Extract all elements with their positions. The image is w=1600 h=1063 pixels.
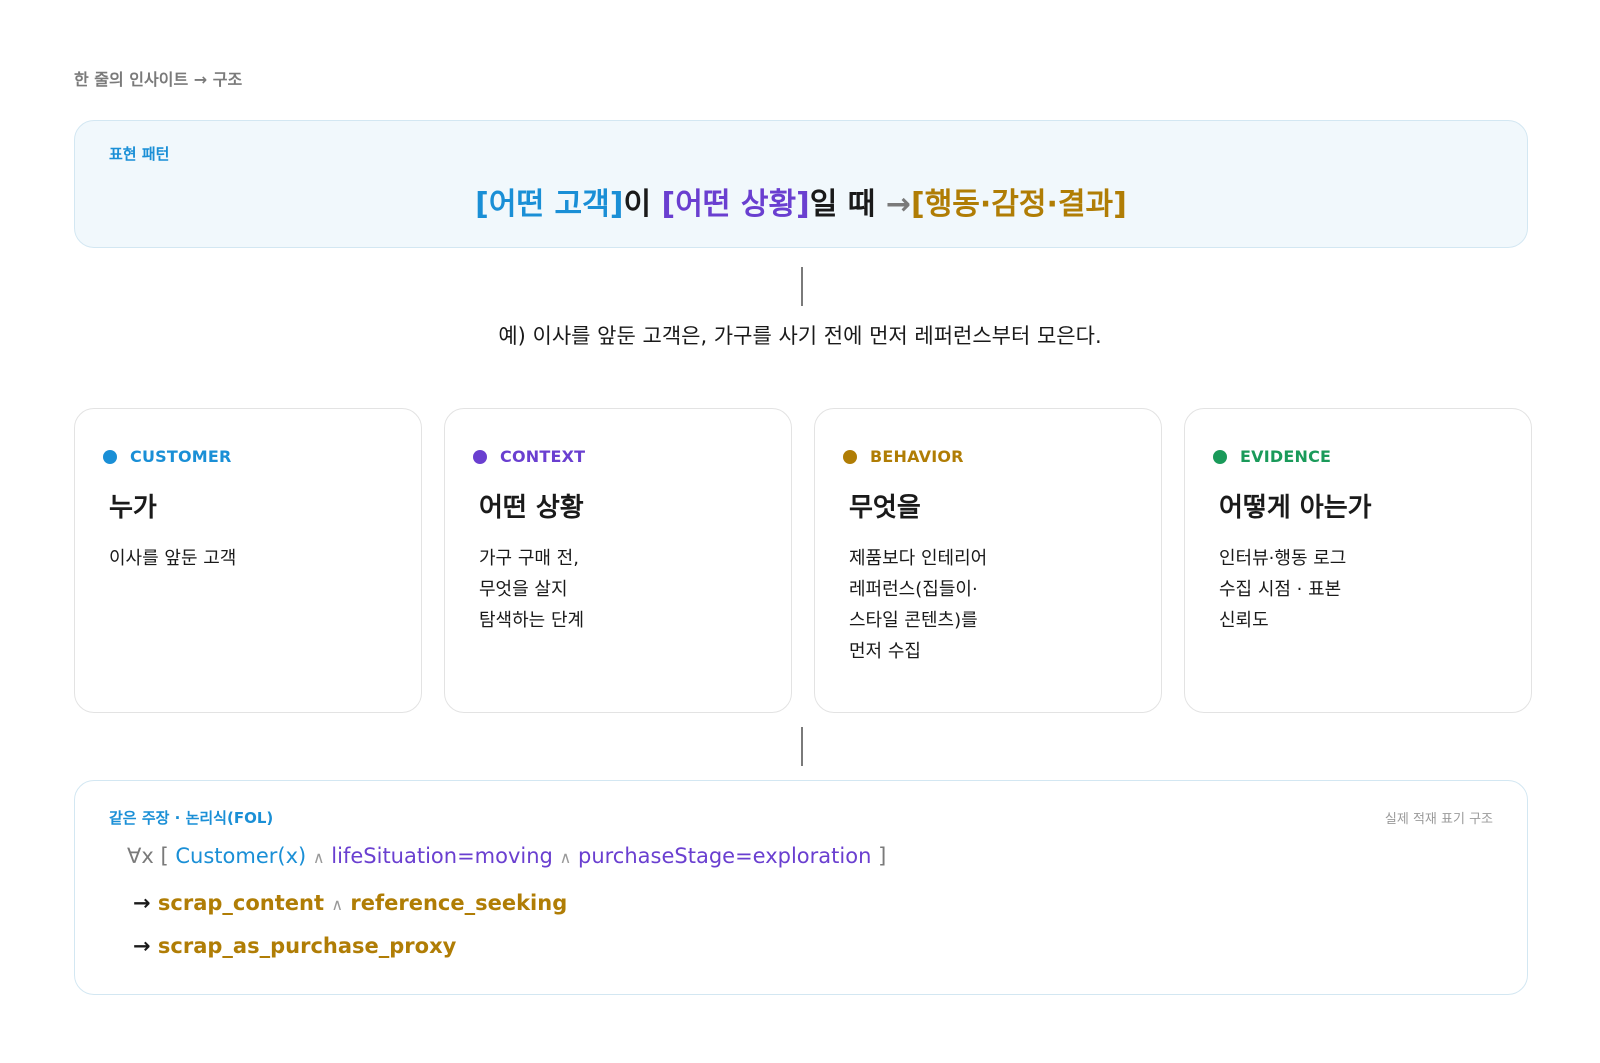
card-body: 가구 구매 전, 무엇을 살지 탐색하는 단계	[479, 543, 584, 636]
result-scrap-proxy: scrap_as_purchase_proxy	[157, 934, 457, 958]
breadcrumb: 한 줄의 인사이트 → 구조	[74, 70, 243, 89]
term-customer: Customer(x)	[175, 844, 307, 868]
and-operator: ∧	[331, 895, 344, 914]
card-tag-label: CUSTOMER	[130, 447, 232, 466]
fol-conclusion-1: → scrap_content ∧ reference_seeking	[133, 891, 567, 915]
expression-pattern-panel: 표현 패턴 [어떤 고객]이 [어떤 상황]일 때 →[행동·감정·결과]	[74, 120, 1528, 248]
term-life-situation: lifeSituation=moving	[331, 844, 553, 868]
dot-icon	[1213, 449, 1227, 464]
pattern-formula: [어떤 고객]이 [어떤 상황]일 때 →[행동·감정·결과]	[75, 179, 1527, 223]
card-tag-label: CONTEXT	[500, 447, 586, 466]
pattern-particle-2: 일 때	[809, 187, 886, 222]
pattern-result: [행동·감정·결과]	[911, 187, 1127, 222]
arrow-icon: →	[133, 891, 151, 915]
fol-conclusion-2: → scrap_as_purchase_proxy	[133, 934, 456, 958]
card-body-line: 먼저 수집	[849, 641, 921, 662]
card-body: 인터뷰·행동 로그 수집 시점 · 표본 신뢰도	[1219, 543, 1346, 636]
term-purchase-stage: purchaseStage=exploration	[577, 844, 872, 868]
result-reference-seeking: reference_seeking	[350, 891, 568, 915]
card-body-line: 무엇을 살지	[479, 579, 568, 600]
card-tag-label: EVIDENCE	[1240, 447, 1332, 466]
result-scrap-content: scrap_content	[157, 891, 325, 915]
connector-line-top	[801, 267, 803, 306]
card-body-line: 제품보다 인테리어	[849, 548, 988, 569]
arrow-icon: →	[133, 934, 151, 958]
pattern-label: 표현 패턴	[109, 145, 170, 163]
card-body-line: 스타일 콘텐츠)를	[849, 610, 978, 631]
pattern-arrow: →	[885, 187, 911, 222]
card-body: 제품보다 인테리어 레퍼런스(집들이· 스타일 콘텐츠)를 먼저 수집	[849, 543, 987, 667]
dot-icon	[103, 449, 117, 464]
fol-premise: ∀x [ Customer(x) ∧ lifeSituation=moving …	[127, 844, 886, 868]
example-sentence: 예) 이사를 앞둔 고객은, 가구를 사기 전에 먼저 레퍼런스부터 모은다.	[498, 324, 1102, 348]
and-operator: ∧	[312, 848, 325, 867]
connector-line-bottom	[801, 727, 803, 766]
card-body-line: 신뢰도	[1219, 610, 1269, 631]
card-title: 누가	[109, 493, 157, 523]
card-customer: CUSTOMER 누가 이사를 앞둔 고객	[74, 408, 422, 713]
card-body-line: 이사를 앞둔 고객	[109, 548, 237, 569]
pattern-particle-1: 이	[623, 187, 662, 222]
forall-symbol: ∀x	[127, 844, 154, 868]
fol-note: 실제 적재 표기 구조	[1384, 812, 1493, 827]
card-behavior: BEHAVIOR 무엇을 제품보다 인테리어 레퍼런스(집들이· 스타일 콘텐츠…	[814, 408, 1162, 713]
card-body-line: 인터뷰·행동 로그	[1219, 548, 1347, 569]
card-tag: CONTEXT	[473, 447, 585, 466]
card-title: 어떤 상황	[479, 493, 584, 523]
card-tag: BEHAVIOR	[843, 447, 964, 466]
dot-icon	[843, 449, 857, 464]
fol-label: 같은 주장 · 논리식(FOL)	[109, 809, 274, 827]
open-bracket: [	[160, 844, 169, 868]
card-body-line: 가구 구매 전,	[479, 548, 579, 569]
card-evidence: EVIDENCE 어떻게 아는가 인터뷰·행동 로그 수집 시점 · 표본 신뢰…	[1184, 408, 1532, 713]
card-title: 어떻게 아는가	[1219, 493, 1372, 523]
dot-icon	[473, 449, 487, 464]
pattern-customer: [어떤 고객]	[475, 187, 624, 222]
card-body: 이사를 앞둔 고객	[109, 543, 236, 574]
card-context: CONTEXT 어떤 상황 가구 구매 전, 무엇을 살지 탐색하는 단계	[444, 408, 792, 713]
card-tag: CUSTOMER	[103, 447, 232, 466]
card-body-line: 수집 시점 · 표본	[1219, 579, 1342, 600]
and-operator: ∧	[559, 848, 572, 867]
card-title: 무엇을	[849, 493, 921, 523]
card-body-line: 탐색하는 단계	[479, 610, 585, 631]
card-tag: EVIDENCE	[1213, 447, 1331, 466]
fol-panel: 같은 주장 · 논리식(FOL) 실제 적재 표기 구조 ∀x [ Custom…	[74, 780, 1528, 995]
card-body-line: 레퍼런스(집들이·	[849, 579, 978, 600]
pattern-situation: [어떤 상황]	[661, 187, 810, 222]
close-bracket: ]	[878, 844, 887, 868]
card-tag-label: BEHAVIOR	[870, 447, 964, 466]
